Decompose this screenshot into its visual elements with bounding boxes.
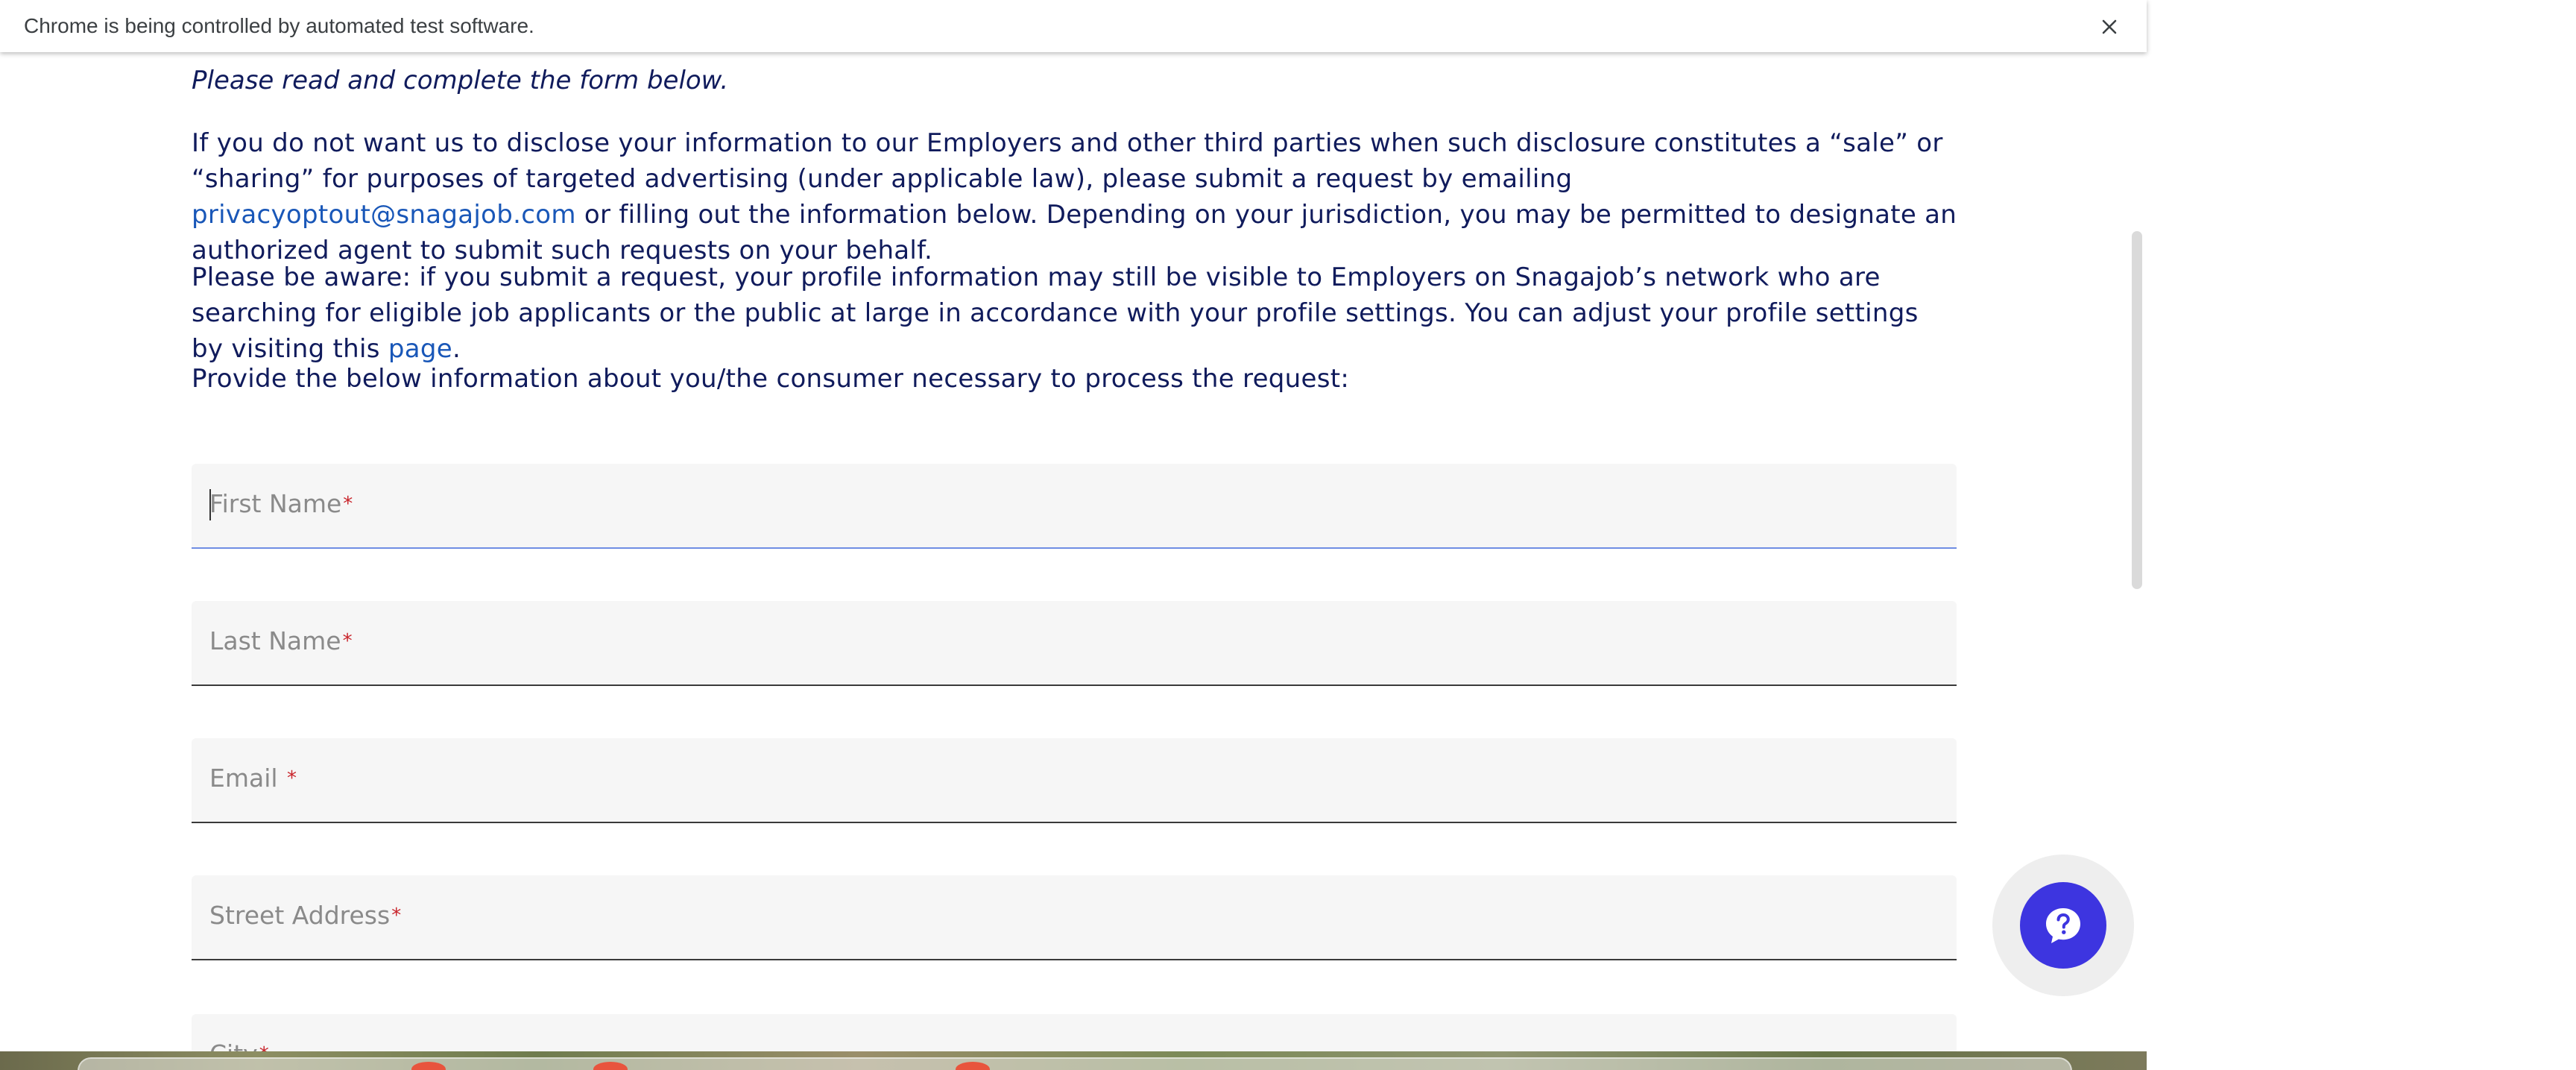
form-intro: Please read and complete the form below. bbox=[192, 66, 729, 95]
page-scrollbar[interactable] bbox=[2129, 52, 2147, 1055]
macos-dock bbox=[78, 1057, 2072, 1070]
infobar-close-button[interactable] bbox=[2093, 10, 2126, 43]
close-icon bbox=[2102, 19, 2117, 34]
visibility-text-end: . bbox=[452, 334, 461, 364]
scrollbar-thumb[interactable] bbox=[2132, 231, 2142, 589]
visibility-notice-paragraph: Please be aware: if you submit a request… bbox=[192, 259, 1958, 367]
last-name-label: Last Name* bbox=[209, 626, 353, 655]
profile-settings-link[interactable]: page bbox=[388, 334, 452, 364]
browser-viewport: Please read and complete the form below.… bbox=[0, 52, 2147, 1055]
email-field[interactable]: Email * bbox=[192, 738, 1957, 823]
required-marker: * bbox=[342, 630, 353, 652]
required-marker: * bbox=[391, 904, 402, 927]
help-chat-button[interactable] bbox=[2020, 882, 2106, 969]
email-label: Email * bbox=[209, 764, 297, 793]
automation-infobar: Chrome is being controlled by automated … bbox=[0, 0, 2147, 52]
opt-out-text-start: If you do not want us to disclose your i… bbox=[192, 128, 1943, 194]
last-name-field[interactable]: Last Name* bbox=[192, 601, 1957, 686]
city-field[interactable]: City* bbox=[192, 1014, 1957, 1055]
desktop-background bbox=[2147, 0, 2576, 1070]
required-marker: * bbox=[343, 493, 353, 515]
help-question-icon bbox=[2046, 908, 2080, 943]
street-address-label: Street Address* bbox=[209, 901, 402, 930]
first-name-label: First Name* bbox=[209, 489, 353, 518]
opt-out-paragraph: If you do not want us to disclose your i… bbox=[192, 125, 1958, 268]
privacy-email-link[interactable]: privacyoptout@snagajob.com bbox=[192, 200, 576, 230]
required-marker: * bbox=[287, 767, 297, 790]
infobar-message: Chrome is being controlled by automated … bbox=[24, 14, 534, 37]
instructions-paragraph: Provide the below information about you/… bbox=[192, 364, 1350, 394]
street-address-field[interactable]: Street Address* bbox=[192, 875, 1957, 960]
first-name-field[interactable]: First Name* bbox=[192, 464, 1957, 549]
